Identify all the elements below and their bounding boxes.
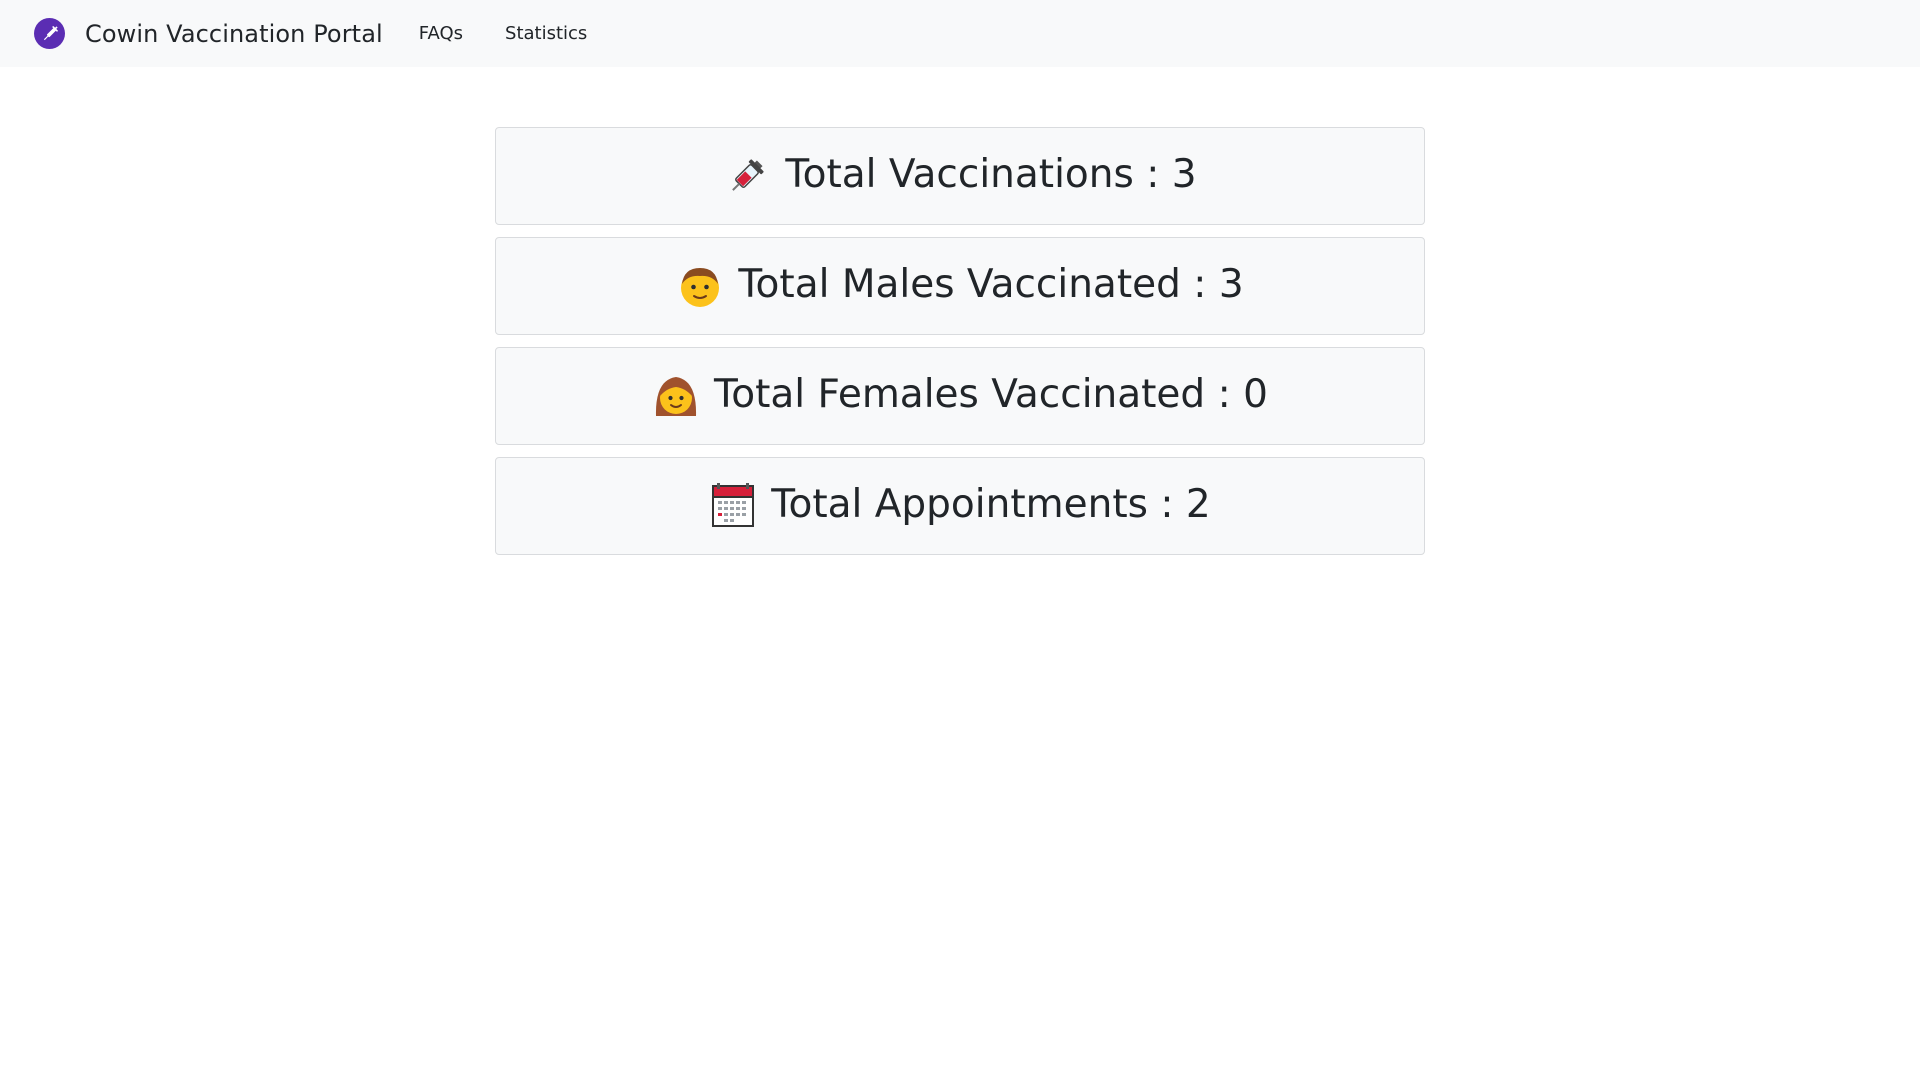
top-navbar: Cowin Vaccination Portal FAQs Statistics	[0, 0, 1920, 67]
brand-title: Cowin Vaccination Portal	[85, 19, 383, 48]
stat-value: 2	[1185, 481, 1211, 527]
stat-label: Total Females Vaccinated	[714, 371, 1206, 417]
statistics-panel: Total Vaccinations : 3 Total Males Vacci…	[495, 127, 1425, 567]
nav-statistics-link[interactable]: Statistics	[505, 23, 587, 44]
stat-total-appointments: Total Appointments : 2	[709, 481, 1211, 531]
stat-separator: :	[1180, 261, 1219, 307]
stat-card-total-vaccinations: Total Vaccinations : 3	[495, 127, 1425, 225]
boy-face-icon	[676, 262, 724, 310]
stat-separator: :	[1205, 371, 1244, 417]
stat-card-total-males-vaccinated: Total Males Vaccinated : 3	[495, 237, 1425, 335]
stat-value: 3	[1218, 261, 1244, 307]
stat-card-total-females-vaccinated: Total Females Vaccinated : 0	[495, 347, 1425, 445]
stat-total-males-vaccinated: Total Males Vaccinated : 3	[676, 261, 1244, 311]
syringe-icon	[723, 152, 771, 200]
stat-total-vaccinations: Total Vaccinations : 3	[723, 151, 1197, 201]
stat-total-females-vaccinated: Total Females Vaccinated : 0	[652, 372, 1268, 421]
stat-label: Total Males Vaccinated	[738, 261, 1181, 307]
stat-card-total-appointments: Total Appointments : 2	[495, 457, 1425, 555]
stat-separator: :	[1147, 481, 1186, 527]
woman-face-icon	[652, 372, 700, 420]
stat-value: 3	[1171, 151, 1197, 197]
stat-label: Total Vaccinations	[785, 151, 1134, 197]
syringe-logo-icon	[34, 18, 65, 49]
brand-link[interactable]: Cowin Vaccination Portal	[34, 18, 383, 49]
calendar-icon	[709, 482, 757, 530]
stat-value: 0	[1243, 371, 1268, 417]
nav-faqs-link[interactable]: FAQs	[419, 23, 463, 44]
stat-separator: :	[1133, 151, 1172, 197]
stat-label: Total Appointments	[771, 481, 1148, 527]
